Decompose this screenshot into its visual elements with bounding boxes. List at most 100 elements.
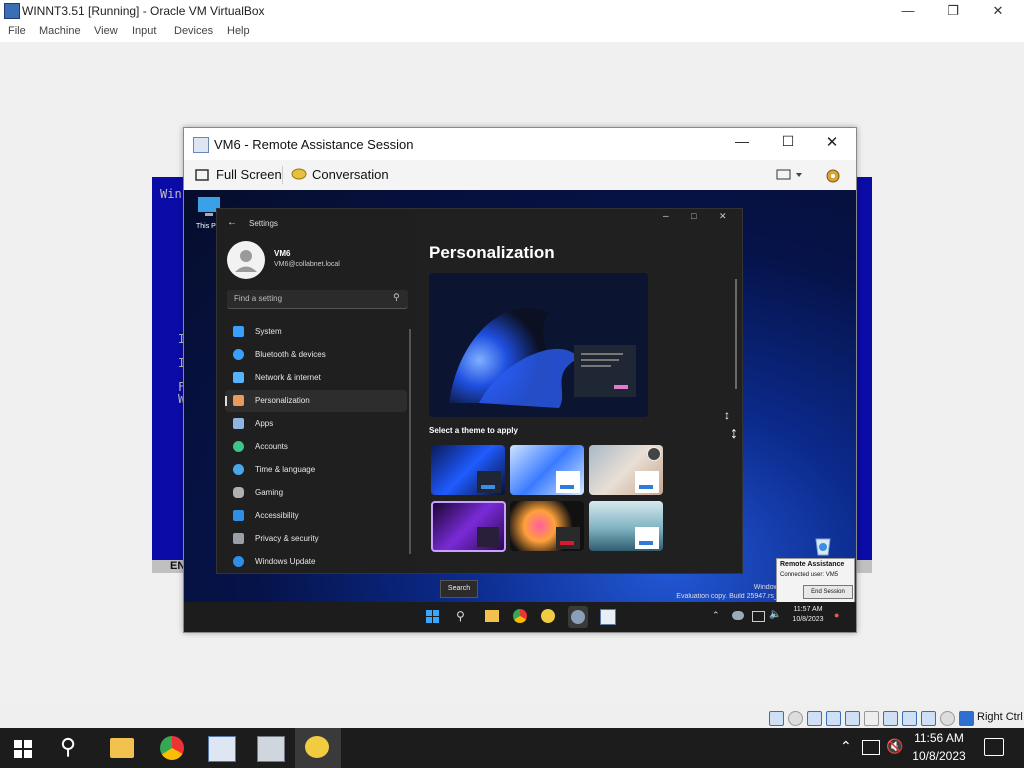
end-session-button[interactable]: End Session <box>803 585 853 599</box>
minimize-button[interactable]: — <box>894 2 922 20</box>
settings-taskbar-button[interactable] <box>568 606 588 628</box>
search-placeholder: Find a setting <box>234 294 283 303</box>
sidebar-item-privacy[interactable]: Privacy & security <box>225 528 407 550</box>
settings-main: – □ ✕ Personalization Select a theme to … <box>415 209 742 573</box>
fullscreen-button[interactable] <box>194 167 212 183</box>
theme-tile-dark-bloom[interactable] <box>431 445 505 495</box>
sidebar-item-accessibility[interactable]: Accessibility <box>225 505 407 527</box>
remote-assistance-icon <box>193 137 209 153</box>
ra-maximize-button[interactable]: ☐ <box>778 133 798 153</box>
menu-devices[interactable]: Devices <box>174 25 213 37</box>
hard-disk-icon[interactable] <box>769 711 784 726</box>
gear-icon <box>571 610 585 624</box>
theme-tile-purple-selected[interactable] <box>431 501 506 552</box>
sidebar-item-system[interactable]: System <box>225 321 407 343</box>
volume-muted-icon[interactable]: 🔇 <box>886 738 903 755</box>
user-email: VM6@collabnet.local <box>274 261 340 268</box>
ra-window-title: VM6 - Remote Assistance Session <box>214 137 414 152</box>
remote-assistance-taskbar-icon[interactable] <box>600 609 616 625</box>
menu-machine[interactable]: Machine <box>39 25 81 37</box>
page-title: Personalization <box>429 243 555 262</box>
theme-tile-glow[interactable] <box>589 445 663 495</box>
chat-icon <box>305 736 329 758</box>
brush-icon <box>233 395 244 406</box>
host-key-label: Right Ctrl <box>977 711 1023 723</box>
mouse-integration-icon[interactable] <box>959 711 974 726</box>
main-scrollbar[interactable] <box>735 279 737 389</box>
recycle-bin-icon[interactable] <box>812 534 834 556</box>
settings-maximize-button[interactable]: □ <box>691 211 696 221</box>
close-button[interactable]: ✕ <box>984 2 1012 20</box>
cloud-icon[interactable] <box>732 611 744 620</box>
volume-icon[interactable]: 🔈 <box>769 609 781 620</box>
search-icon[interactable]: ⚲ <box>456 609 465 623</box>
theme-status-icon <box>647 447 661 461</box>
notification-bell-icon[interactable]: ● <box>834 610 839 620</box>
settings-window: ← Settings VM6 VM6@collabnet.local Find … <box>216 208 743 574</box>
gamepad-icon <box>233 487 244 498</box>
avatar[interactable] <box>227 241 265 279</box>
settings-minimize-button[interactable]: – <box>663 211 669 222</box>
display-settings-button[interactable] <box>776 167 806 183</box>
usb-icon[interactable] <box>864 711 879 726</box>
network-icon[interactable] <box>752 611 765 622</box>
ra-close-button[interactable]: ✕ <box>822 133 842 153</box>
chrome-icon[interactable] <box>513 609 527 623</box>
windows-start-icon[interactable] <box>14 740 32 758</box>
conversation-icon[interactable] <box>291 167 307 183</box>
sidebar-scrollbar[interactable] <box>409 329 411 554</box>
sidebar-item-network[interactable]: Network & internet <box>225 367 407 389</box>
settings-button[interactable] <box>824 167 842 185</box>
search-input[interactable]: Find a setting ⚲ <box>227 290 408 309</box>
theme-tile-lake[interactable] <box>589 501 663 551</box>
active-app-highlight[interactable] <box>295 728 341 768</box>
fullscreen-label[interactable]: Full Screen <box>216 167 282 182</box>
restore-button[interactable]: ❐ <box>939 2 967 20</box>
recording-icon[interactable] <box>921 711 936 726</box>
start-icon[interactable] <box>426 610 440 624</box>
theme-preview <box>429 273 648 417</box>
chat-icon[interactable] <box>541 609 555 623</box>
network-icon[interactable] <box>862 740 880 755</box>
fullscreen-icon <box>195 169 209 181</box>
sidebar-item-windows-update[interactable]: Windows Update <box>225 551 407 573</box>
display-icon[interactable] <box>902 711 917 726</box>
network-adapter-icon[interactable] <box>845 711 860 726</box>
menu-view[interactable]: View <box>94 25 118 37</box>
chrome-icon[interactable] <box>160 736 184 760</box>
popup-title: Remote Assistance <box>780 561 845 568</box>
theme-tile-flower[interactable] <box>510 501 584 551</box>
virtualbox-taskbar-icon[interactable] <box>208 736 236 762</box>
monitor-icon <box>776 169 802 180</box>
chevron-up-icon[interactable]: ⌃ <box>712 610 720 621</box>
menu-file[interactable]: File <box>8 25 26 37</box>
menu-input[interactable]: Input <box>132 25 156 37</box>
theme-tile-light-bloom[interactable] <box>510 445 584 495</box>
cpu-indicator-icon[interactable] <box>940 711 955 726</box>
remote-desktop-taskbar-icon[interactable] <box>257 736 285 762</box>
sidebar-item-bluetooth[interactable]: Bluetooth & devices <box>225 344 407 366</box>
chevron-up-icon[interactable]: ⌃ <box>840 738 852 755</box>
back-arrow-icon[interactable]: ← <box>227 217 237 228</box>
conversation-button[interactable]: Conversation <box>312 167 389 182</box>
remote-desktop-view[interactable]: This P ← Settings VM6 VM6@collabnet.loca… <box>184 190 856 632</box>
settings-close-button[interactable]: ✕ <box>719 211 727 222</box>
optical-drive-icon[interactable] <box>788 711 803 726</box>
sidebar-item-gaming[interactable]: Gaming <box>225 482 407 504</box>
notification-center-icon[interactable] <box>984 738 1004 756</box>
audio-icon[interactable] <box>826 711 841 726</box>
sidebar-item-apps[interactable]: Apps <box>225 413 407 435</box>
virtualbox-titlebar: WINNT3.51 [Running] - Oracle VM VirtualB… <box>0 0 1024 22</box>
user-name: VM6 <box>274 249 291 258</box>
file-explorer-icon[interactable] <box>110 738 134 758</box>
menu-help[interactable]: Help <box>227 25 250 37</box>
floppy-icon[interactable] <box>807 711 822 726</box>
ra-minimize-button[interactable]: — <box>732 133 752 153</box>
sidebar-item-time[interactable]: Time & language <box>225 459 407 481</box>
sidebar-item-accounts[interactable]: Accounts <box>225 436 407 458</box>
search-icon[interactable]: ⚲ <box>60 734 76 760</box>
shared-folders-icon[interactable] <box>883 711 898 726</box>
file-explorer-icon[interactable] <box>485 610 499 622</box>
sidebar-item-personalization[interactable]: Personalization <box>225 390 407 412</box>
virtualbox-menubar: File Machine View Input Devices Help <box>0 22 1024 42</box>
